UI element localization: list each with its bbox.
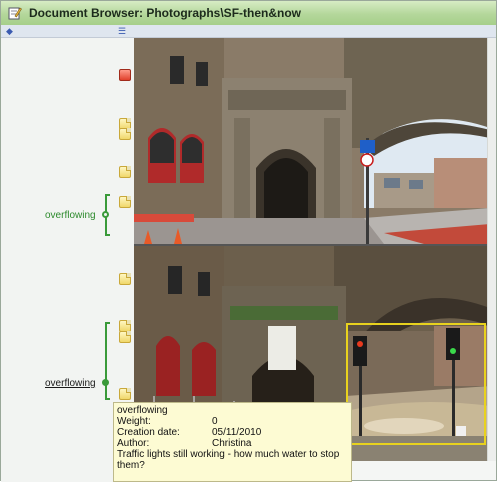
annotation-bracket[interactable] xyxy=(105,322,110,400)
bracket-handle[interactable] xyxy=(102,211,109,218)
tooltip-field-row: Weight: 0 xyxy=(117,416,348,427)
note-annotation-marker[interactable] xyxy=(119,331,131,343)
scrollbar[interactable] xyxy=(487,38,496,461)
tooltip-field-value: 05/11/2010 xyxy=(212,427,262,438)
tooltip-title: overflowing xyxy=(117,405,168,416)
pencil-document-icon xyxy=(7,5,23,21)
note-annotation-marker[interactable] xyxy=(119,273,131,285)
title-bar[interactable]: Document Browser: Photographs\SF-then&no… xyxy=(1,1,496,26)
flag-annotation-marker[interactable] xyxy=(119,69,131,81)
note-annotation-marker[interactable] xyxy=(119,128,131,140)
region-selection[interactable] xyxy=(346,323,486,445)
tooltip-field-key: Weight: xyxy=(117,416,151,427)
bracket-label-selected[interactable]: overflowing xyxy=(45,378,96,389)
window-title: Document Browser: Photographs\SF-then&no… xyxy=(29,6,302,20)
document-browser-window: Document Browser: Photographs\SF-then&no… xyxy=(0,0,497,482)
list-icon[interactable]: ☰ xyxy=(118,25,126,37)
tooltip-field-row: Creation date: 05/11/2010 xyxy=(117,427,348,438)
note-annotation-marker[interactable] xyxy=(119,388,131,400)
toolbar-strip: ◆ ☰ xyxy=(1,25,496,38)
tooltip-field-row: Author: Christina xyxy=(117,438,348,449)
tooltip-field-value: Christina xyxy=(212,438,252,449)
tooltip-body: Traffic lights still working - how much … xyxy=(117,449,340,471)
note-annotation-marker[interactable] xyxy=(119,196,131,208)
bracket-handle[interactable] xyxy=(102,379,109,386)
tooltip-field-key: Creation date: xyxy=(117,427,180,438)
bracket-label[interactable]: overflowing xyxy=(45,210,96,221)
photograph-then[interactable] xyxy=(134,38,490,244)
annotation-tooltip: overflowing Weight: 0 Creation date: 05/… xyxy=(113,402,352,482)
note-annotation-marker[interactable] xyxy=(119,166,131,178)
diamond-icon[interactable]: ◆ xyxy=(6,25,13,37)
tooltip-field-key: Author: xyxy=(117,438,150,449)
tooltip-field-value: 0 xyxy=(212,416,218,427)
